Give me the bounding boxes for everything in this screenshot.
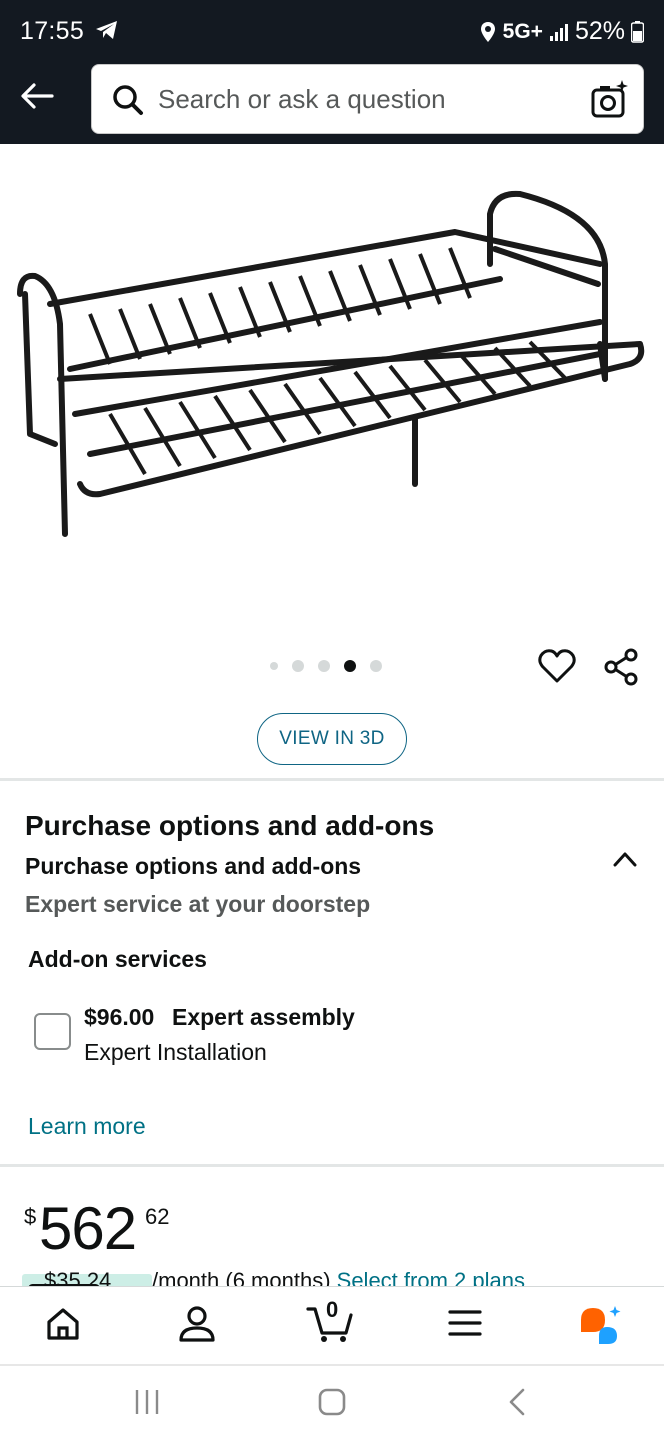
back-icon[interactable] (506, 1387, 528, 1417)
nav-rufus[interactable] (577, 1305, 623, 1350)
chevron-up-icon (613, 852, 637, 867)
addon-name: Expert assembly (172, 1004, 355, 1030)
carousel-dot[interactable] (370, 660, 382, 672)
back-arrow-icon (21, 83, 54, 109)
price-symbol: $ (24, 1204, 37, 1229)
home-button-icon[interactable] (318, 1388, 346, 1416)
purchase-options-title: Purchase options and add-ons (25, 810, 435, 841)
battery-icon (631, 20, 644, 43)
addon-price: $96.00 (84, 1004, 155, 1030)
purchase-options-subtitle[interactable]: Purchase options and add-ons (25, 853, 361, 880)
bottom-navigation: 0 (0, 1286, 664, 1364)
nav-cart[interactable]: 0 (306, 1297, 354, 1348)
home-icon (47, 1308, 79, 1340)
futon-frame-image (17, 190, 645, 537)
addon-services-title: Add-on services (28, 946, 207, 972)
recents-icon[interactable] (134, 1388, 160, 1416)
search-input[interactable] (158, 65, 578, 133)
signal-icon (549, 23, 568, 41)
expert-assembly-checkbox[interactable] (34, 1013, 71, 1050)
section-divider (0, 778, 664, 781)
nav-profile[interactable] (177, 1305, 217, 1348)
camera-icon[interactable] (591, 79, 629, 119)
wishlist-button[interactable] (538, 648, 576, 689)
network-label: 5G+ (502, 19, 543, 43)
carousel-dot[interactable] (270, 662, 278, 670)
monthly-plans-link[interactable]: Select from 2 plans (337, 1270, 525, 1286)
monthly-payment-row[interactable]: $35.24/month (6 months) Select from 2 pl… (22, 1270, 664, 1286)
price-fraction: 62 (145, 1204, 170, 1229)
profile-icon (179, 1306, 215, 1342)
battery-percent: 52% (574, 17, 625, 45)
purchase-options-description: Expert service at your doorstep (25, 891, 371, 917)
carousel-dot-active[interactable] (344, 660, 356, 672)
nav-home[interactable] (44, 1305, 82, 1348)
monthly-text: /month (6 months) (152, 1270, 331, 1286)
carousel-indicator[interactable] (270, 660, 382, 672)
location-icon (480, 21, 495, 42)
back-button[interactable] (14, 76, 60, 116)
nav-menu[interactable] (448, 1309, 482, 1342)
menu-icon (448, 1310, 482, 1336)
section-divider (0, 1164, 664, 1167)
telegram-icon (96, 21, 118, 39)
price-whole: 562 (39, 1195, 137, 1262)
addon-description: Expert Installation (84, 1039, 267, 1065)
carousel-dot[interactable] (292, 660, 304, 672)
carousel-dot[interactable] (318, 660, 330, 672)
share-icon (604, 648, 638, 686)
product-image[interactable] (0, 144, 664, 634)
status-time: 17:55 (20, 17, 119, 46)
view-in-3d-button[interactable]: VIEW IN 3D (257, 713, 407, 765)
search-header (0, 62, 664, 144)
search-bar[interactable] (91, 64, 644, 134)
share-button[interactable] (603, 648, 639, 691)
search-icon (113, 85, 143, 115)
learn-more-link[interactable]: Learn more (28, 1113, 146, 1140)
rufus-icon (581, 1306, 621, 1344)
status-indicators: 5G+ 52% (479, 17, 644, 46)
status-bar: 17:55 5G+ 52% (0, 0, 664, 62)
heart-icon (538, 649, 576, 683)
collapse-button[interactable] (612, 850, 638, 873)
cart-count: 0 (326, 1297, 339, 1322)
system-navigation (0, 1364, 664, 1440)
